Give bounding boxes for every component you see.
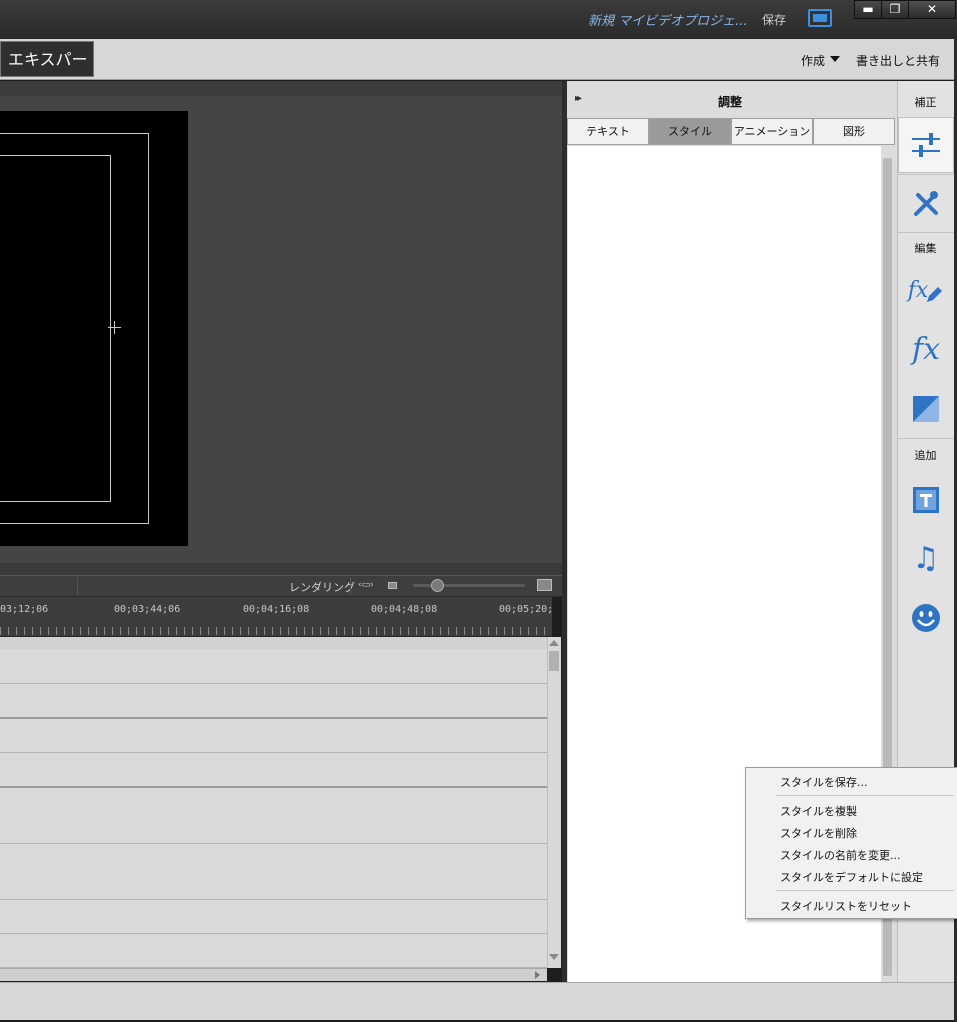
scroll-right-icon[interactable] xyxy=(535,971,540,979)
track[interactable] xyxy=(0,934,547,968)
collapse-panel-icon[interactable]: ▸▸ xyxy=(575,93,582,104)
divider xyxy=(898,438,954,439)
rail-tools-button[interactable] xyxy=(898,176,954,232)
rail-music-button[interactable]: ♫ xyxy=(898,531,954,587)
timecode-label: 00;04;16;08 xyxy=(243,604,310,615)
rail-section-add: 追加 xyxy=(914,449,937,462)
track[interactable] xyxy=(0,719,547,753)
fullscreen-icon[interactable] xyxy=(808,9,832,27)
zoom-in-icon[interactable] xyxy=(537,579,552,591)
divider xyxy=(898,174,954,175)
menu-item-save-style[interactable]: スタイルを保存... xyxy=(780,774,868,790)
render-range-icon[interactable]: ‹▭› xyxy=(358,580,374,590)
timecode-label: 03;12;06 xyxy=(0,604,49,615)
zoom-slider-handle[interactable] xyxy=(431,579,444,592)
rail-effects-button[interactable]: fx xyxy=(898,322,954,378)
rail-section-edit: 編集 xyxy=(914,242,937,255)
monitor-header xyxy=(0,81,562,96)
tab-shape[interactable]: 図形 xyxy=(813,118,895,145)
zoom-slider-track[interactable] xyxy=(413,584,525,587)
track[interactable] xyxy=(0,788,547,844)
track[interactable] xyxy=(0,684,547,719)
menu-separator xyxy=(776,795,954,796)
menu-item-set-default-style[interactable]: スタイルをデフォルトに設定 xyxy=(780,869,923,885)
status-bar xyxy=(0,982,954,1020)
tab-style[interactable]: スタイル xyxy=(649,118,731,145)
rail-applied-effects-button[interactable]: fx xyxy=(898,263,954,319)
transitions-icon xyxy=(913,396,939,422)
menu-item-reset-style-list[interactable]: スタイルリストをリセット xyxy=(780,898,912,914)
timecode-label: 00;03;44;06 xyxy=(114,604,181,615)
render-button[interactable]: レンダリング xyxy=(289,579,355,595)
horizontal-scrollbar[interactable] xyxy=(0,968,547,981)
rail-transitions-button[interactable] xyxy=(898,381,954,437)
create-menu-button[interactable]: 作成 xyxy=(801,52,825,69)
safe-title-margin xyxy=(0,155,111,502)
tab-text[interactable]: テキスト xyxy=(567,118,649,145)
menu-item-rename-style[interactable]: スタイルの名前を変更... xyxy=(780,847,901,863)
restore-button[interactable]: ❐ xyxy=(881,0,909,19)
menu-item-delete-style[interactable]: スタイルを削除 xyxy=(780,825,857,841)
track[interactable] xyxy=(0,844,547,900)
ruler-ticks xyxy=(0,627,552,635)
vertical-scrollbar[interactable] xyxy=(547,637,561,968)
timecode-label: 00;04;48;08 xyxy=(371,604,438,615)
panel-splitter[interactable] xyxy=(0,563,562,575)
tab-animation[interactable]: アニメーション xyxy=(731,118,813,145)
rail-graphics-button[interactable] xyxy=(898,590,954,646)
titles-icon xyxy=(913,487,939,513)
minimize-button[interactable]: ▬ xyxy=(854,0,882,19)
rail-section-adjust[interactable]: 補正 xyxy=(897,94,954,110)
panel-title: 調整 xyxy=(718,95,743,109)
divider xyxy=(350,577,351,595)
rail-titles-button[interactable] xyxy=(898,472,954,528)
center-crosshair xyxy=(114,321,115,334)
scroll-down-icon[interactable] xyxy=(549,954,559,960)
timecode-label: 00;05;20; xyxy=(499,604,554,615)
close-button[interactable]: ✕ xyxy=(908,0,956,19)
rail-adjust-button[interactable] xyxy=(898,117,954,173)
scroll-up-icon[interactable] xyxy=(549,640,559,646)
expert-mode-button[interactable]: エキスパート xyxy=(0,41,94,105)
track[interactable] xyxy=(0,900,547,934)
music-icon: ♫ xyxy=(912,541,940,576)
divider xyxy=(77,577,78,595)
effects-icon: fx xyxy=(911,332,941,367)
save-button[interactable]: 保存 xyxy=(762,11,786,28)
scroll-thumb[interactable] xyxy=(549,651,559,671)
menu-separator xyxy=(776,890,954,891)
chevron-down-icon[interactable] xyxy=(830,56,840,62)
adjust-sliders-icon xyxy=(912,133,940,157)
divider xyxy=(898,232,954,233)
tools-icon xyxy=(914,191,938,216)
track[interactable] xyxy=(0,649,547,684)
graphics-icon xyxy=(912,604,940,632)
menu-item-duplicate-style[interactable]: スタイルを複製 xyxy=(780,803,857,819)
track[interactable] xyxy=(0,753,547,788)
export-share-button[interactable]: 書き出しと共有 xyxy=(856,52,940,69)
project-title: 新規 マイビデオプロジェ... xyxy=(588,14,748,29)
pencil-icon xyxy=(927,287,943,302)
zoom-out-icon[interactable] xyxy=(388,582,397,589)
